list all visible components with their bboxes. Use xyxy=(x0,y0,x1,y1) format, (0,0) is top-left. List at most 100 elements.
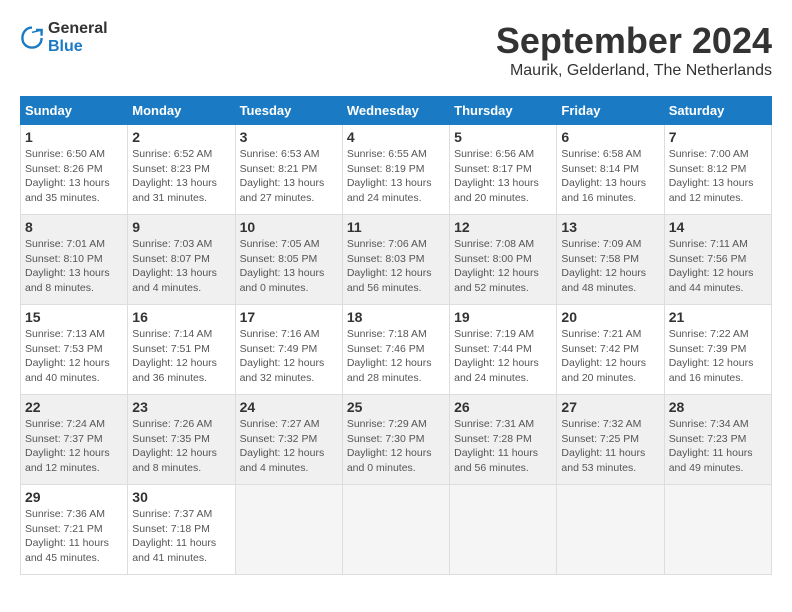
day-number: 5 xyxy=(454,129,552,145)
day-cell-22: 22Sunrise: 7:24 AMSunset: 7:37 PMDayligh… xyxy=(21,395,128,485)
day-number: 23 xyxy=(132,399,230,415)
logo-text: General Blue xyxy=(48,20,108,55)
month-title: September 2024 xyxy=(496,20,772,62)
logo-blue: Blue xyxy=(48,38,108,56)
day-info: Sunrise: 7:18 AMSunset: 7:46 PMDaylight:… xyxy=(347,327,445,386)
week-row-2: 8 Sunrise: 7:01 AMSunset: 8:10 PMDaylight… xyxy=(21,215,772,305)
day-cell-29: 29 Sunrise: 7:36 AMSunset: 7:21 PMDayligh… xyxy=(21,485,128,575)
day-number: 21 xyxy=(669,309,767,325)
day-cell-3: 3 Sunrise: 6:53 AMSunset: 8:21 PMDaylight… xyxy=(235,125,342,215)
day-info: Sunrise: 7:32 AMSunset: 7:25 PMDaylight:… xyxy=(561,417,659,476)
header-thursday: Thursday xyxy=(450,97,557,125)
day-cell-7: 7 Sunrise: 7:00 AMSunset: 8:12 PMDaylight… xyxy=(664,125,771,215)
day-cell-9: 9Sunrise: 7:03 AMSunset: 8:07 PMDaylight… xyxy=(128,215,235,305)
week-row-3: 15 Sunrise: 7:13 AMSunset: 7:53 PMDayligh… xyxy=(21,305,772,395)
day-number: 30 xyxy=(132,489,230,505)
calendar-table: SundayMondayTuesdayWednesdayThursdayFrid… xyxy=(20,96,772,575)
day-info: Sunrise: 7:37 AMSunset: 7:18 PMDaylight:… xyxy=(132,507,230,566)
day-number: 10 xyxy=(240,219,338,235)
logo: General Blue xyxy=(20,20,108,55)
day-number: 6 xyxy=(561,129,659,145)
day-number: 24 xyxy=(240,399,338,415)
day-number: 14 xyxy=(669,219,767,235)
week-row-1: 1 Sunrise: 6:50 AMSunset: 8:26 PMDaylight… xyxy=(21,125,772,215)
day-number: 1 xyxy=(25,129,123,145)
day-number: 3 xyxy=(240,129,338,145)
day-number: 2 xyxy=(132,129,230,145)
day-cell-5: 5 Sunrise: 6:56 AMSunset: 8:17 PMDaylight… xyxy=(450,125,557,215)
day-number: 28 xyxy=(669,399,767,415)
day-cell-2: 2 Sunrise: 6:52 AMSunset: 8:23 PMDaylight… xyxy=(128,125,235,215)
day-info: Sunrise: 7:11 AMSunset: 7:56 PMDaylight:… xyxy=(669,237,767,296)
day-number: 11 xyxy=(347,219,445,235)
title-section: September 2024 Maurik, Gelderland, The N… xyxy=(496,20,772,80)
day-cell-27: 27 Sunrise: 7:32 AMSunset: 7:25 PMDayligh… xyxy=(557,395,664,485)
header-wednesday: Wednesday xyxy=(342,97,449,125)
day-cell-17: 17 Sunrise: 7:16 AMSunset: 7:49 PMDayligh… xyxy=(235,305,342,395)
day-cell-16: 16 Sunrise: 7:14 AMSunset: 7:51 PMDayligh… xyxy=(128,305,235,395)
day-cell-25: 25 Sunrise: 7:29 AMSunset: 7:30 PMDayligh… xyxy=(342,395,449,485)
day-info: Sunrise: 7:27 AMSunset: 7:32 PMDaylight:… xyxy=(240,417,338,476)
day-cell-19: 19Sunrise: 7:19 AMSunset: 7:44 PMDayligh… xyxy=(450,305,557,395)
day-number: 18 xyxy=(347,309,445,325)
logo-general: General xyxy=(48,20,108,38)
day-cell-14: 14 Sunrise: 7:11 AMSunset: 7:56 PMDayligh… xyxy=(664,215,771,305)
day-info: Sunrise: 6:55 AMSunset: 8:19 PMDaylight:… xyxy=(347,147,445,206)
location-subtitle: Maurik, Gelderland, The Netherlands xyxy=(496,62,772,80)
header-sunday: Sunday xyxy=(21,97,128,125)
day-cell-23: 23Sunrise: 7:26 AMSunset: 7:35 PMDayligh… xyxy=(128,395,235,485)
empty-cell xyxy=(557,485,664,575)
day-info: Sunrise: 7:03 AMSunset: 8:07 PMDaylight:… xyxy=(132,237,230,296)
empty-cell xyxy=(450,485,557,575)
day-info: Sunrise: 7:00 AMSunset: 8:12 PMDaylight:… xyxy=(669,147,767,206)
header-tuesday: Tuesday xyxy=(235,97,342,125)
day-cell-1: 1 Sunrise: 6:50 AMSunset: 8:26 PMDaylight… xyxy=(21,125,128,215)
day-info: Sunrise: 7:08 AMSunset: 8:00 PMDaylight:… xyxy=(454,237,552,296)
day-number: 29 xyxy=(25,489,123,505)
day-info: Sunrise: 6:53 AMSunset: 8:21 PMDaylight:… xyxy=(240,147,338,206)
day-info: Sunrise: 6:56 AMSunset: 8:17 PMDaylight:… xyxy=(454,147,552,206)
day-number: 26 xyxy=(454,399,552,415)
calendar-header-row: SundayMondayTuesdayWednesdayThursdayFrid… xyxy=(21,97,772,125)
header-monday: Monday xyxy=(128,97,235,125)
day-info: Sunrise: 7:13 AMSunset: 7:53 PMDaylight:… xyxy=(25,327,123,386)
empty-cell xyxy=(664,485,771,575)
day-info: Sunrise: 7:21 AMSunset: 7:42 PMDaylight:… xyxy=(561,327,659,386)
day-info: Sunrise: 7:29 AMSunset: 7:30 PMDaylight:… xyxy=(347,417,445,476)
day-cell-26: 26Sunrise: 7:31 AMSunset: 7:28 PMDayligh… xyxy=(450,395,557,485)
day-number: 15 xyxy=(25,309,123,325)
day-info: Sunrise: 7:22 AMSunset: 7:39 PMDaylight:… xyxy=(669,327,767,386)
day-cell-4: 4 Sunrise: 6:55 AMSunset: 8:19 PMDaylight… xyxy=(342,125,449,215)
day-info: Sunrise: 6:52 AMSunset: 8:23 PMDaylight:… xyxy=(132,147,230,206)
day-info: Sunrise: 7:06 AMSunset: 8:03 PMDaylight:… xyxy=(347,237,445,296)
logo-icon xyxy=(20,26,44,50)
day-info: Sunrise: 7:14 AMSunset: 7:51 PMDaylight:… xyxy=(132,327,230,386)
day-number: 16 xyxy=(132,309,230,325)
day-cell-20: 20Sunrise: 7:21 AMSunset: 7:42 PMDayligh… xyxy=(557,305,664,395)
day-info: Sunrise: 7:16 AMSunset: 7:49 PMDaylight:… xyxy=(240,327,338,386)
day-number: 12 xyxy=(454,219,552,235)
day-number: 25 xyxy=(347,399,445,415)
day-info: Sunrise: 7:36 AMSunset: 7:21 PMDaylight:… xyxy=(25,507,123,566)
day-info: Sunrise: 6:58 AMSunset: 8:14 PMDaylight:… xyxy=(561,147,659,206)
day-info: Sunrise: 6:50 AMSunset: 8:26 PMDaylight:… xyxy=(25,147,123,206)
day-number: 22 xyxy=(25,399,123,415)
day-number: 4 xyxy=(347,129,445,145)
day-number: 7 xyxy=(669,129,767,145)
day-cell-12: 12 Sunrise: 7:08 AMSunset: 8:00 PMDayligh… xyxy=(450,215,557,305)
day-number: 8 xyxy=(25,219,123,235)
day-number: 27 xyxy=(561,399,659,415)
day-number: 17 xyxy=(240,309,338,325)
day-cell-10: 10Sunrise: 7:05 AMSunset: 8:05 PMDayligh… xyxy=(235,215,342,305)
header-saturday: Saturday xyxy=(664,97,771,125)
day-info: Sunrise: 7:34 AMSunset: 7:23 PMDaylight:… xyxy=(669,417,767,476)
day-info: Sunrise: 7:09 AMSunset: 7:58 PMDaylight:… xyxy=(561,237,659,296)
empty-cell xyxy=(235,485,342,575)
week-row-5: 29 Sunrise: 7:36 AMSunset: 7:21 PMDayligh… xyxy=(21,485,772,575)
day-cell-13: 13Sunrise: 7:09 AMSunset: 7:58 PMDayligh… xyxy=(557,215,664,305)
week-row-4: 22Sunrise: 7:24 AMSunset: 7:37 PMDayligh… xyxy=(21,395,772,485)
day-cell-11: 11 Sunrise: 7:06 AMSunset: 8:03 PMDayligh… xyxy=(342,215,449,305)
day-cell-15: 15 Sunrise: 7:13 AMSunset: 7:53 PMDayligh… xyxy=(21,305,128,395)
page-header: General Blue September 2024 Maurik, Geld… xyxy=(20,20,772,80)
day-info: Sunrise: 7:01 AMSunset: 8:10 PMDaylight:… xyxy=(25,237,123,296)
